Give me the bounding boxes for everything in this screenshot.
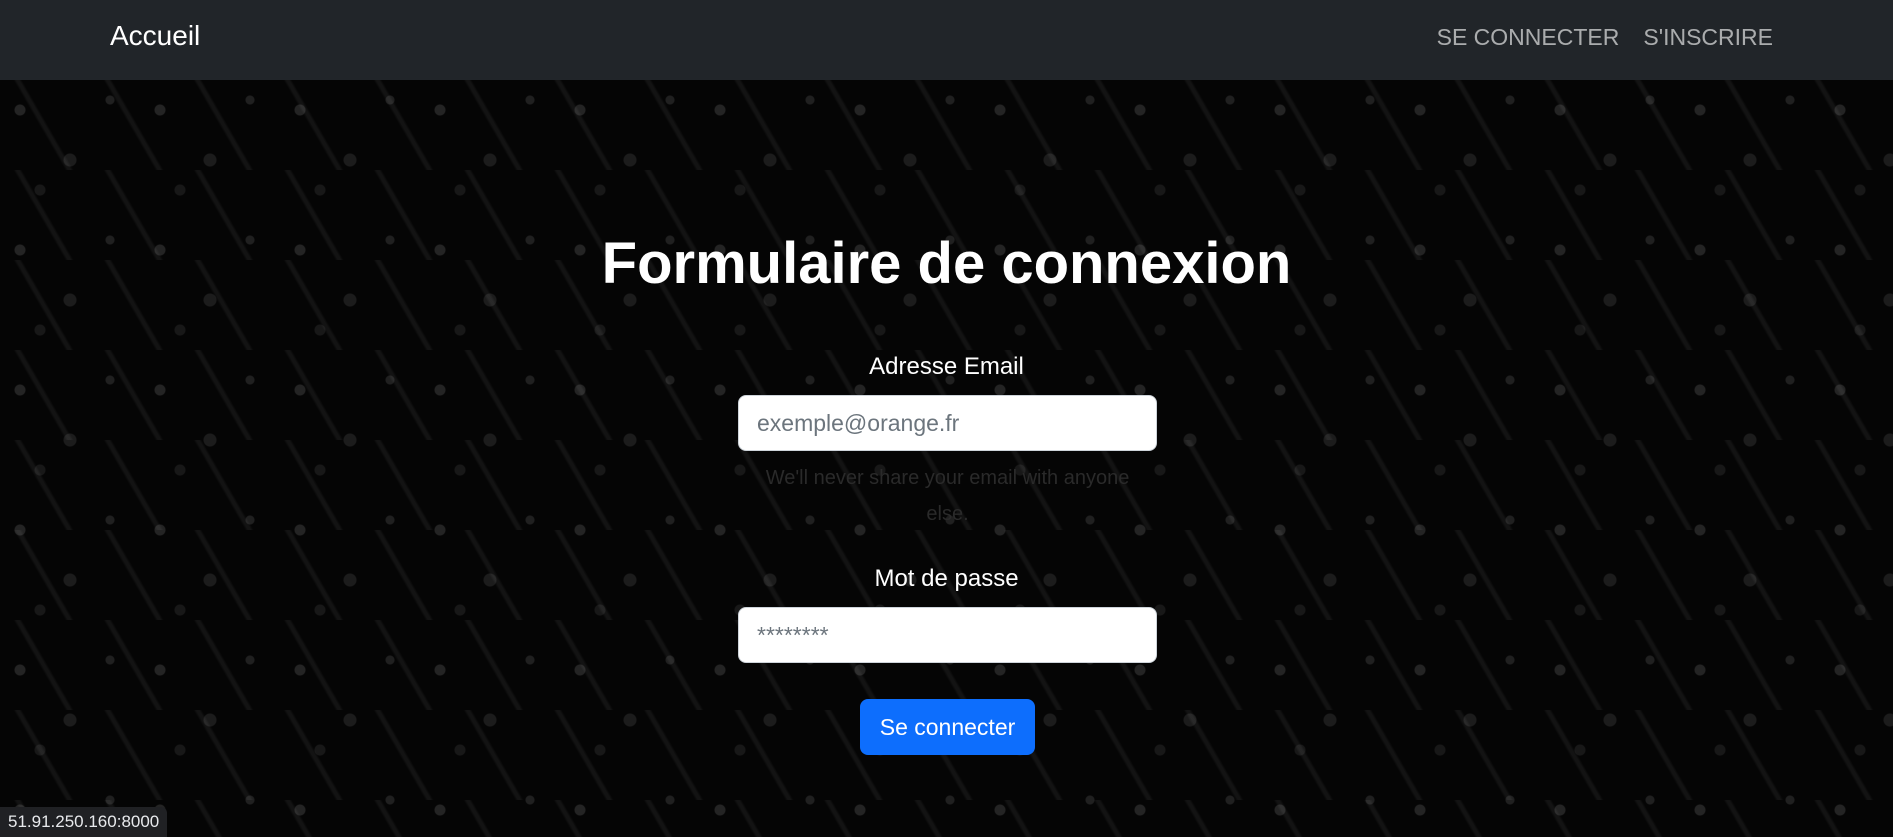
nav-login-link[interactable]: SE CONNECTER xyxy=(1437,24,1620,51)
password-input[interactable] xyxy=(738,607,1157,663)
login-button[interactable]: Se connecter xyxy=(860,699,1035,755)
email-input[interactable] xyxy=(738,395,1157,451)
email-label: Adresse Email xyxy=(869,353,1024,380)
status-url-text: 51.91.250.160:8000 xyxy=(0,807,168,837)
email-help-text: We'll never share your email with anyone… xyxy=(765,467,1130,525)
top-navbar: Accueil SE CONNECTER S'INSCRIRE xyxy=(0,0,1893,80)
nav-register-link[interactable]: S'INSCRIRE xyxy=(1643,24,1773,51)
home-link[interactable]: Accueil xyxy=(110,20,200,52)
password-label: Mot de passe xyxy=(874,565,1019,592)
page-title: Formulaire de connexion xyxy=(601,231,1292,296)
nav-links: SE CONNECTER S'INSCRIRE xyxy=(1437,24,1773,51)
